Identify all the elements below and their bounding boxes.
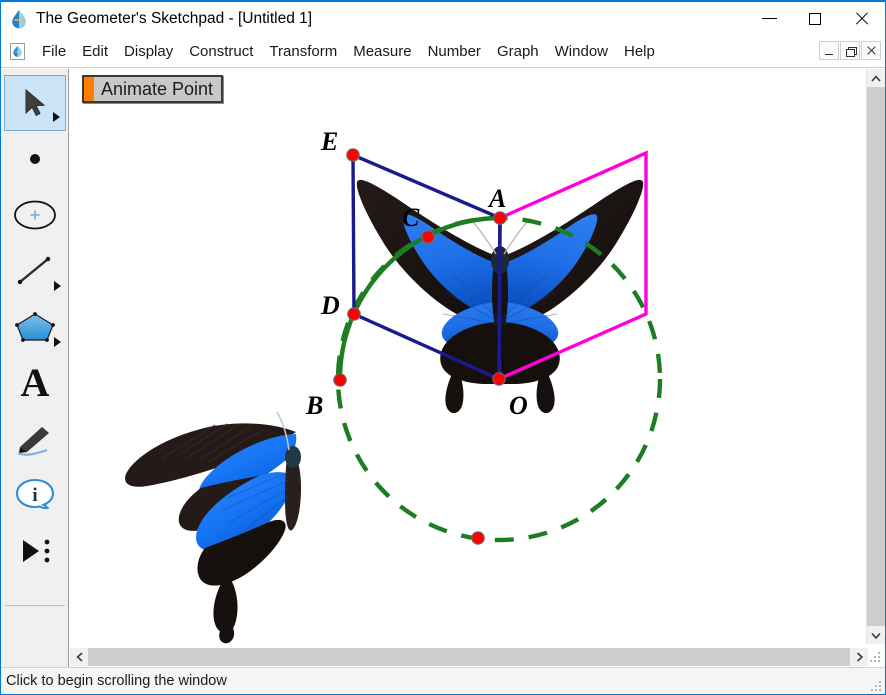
text-a-icon: A: [20, 360, 50, 405]
window-maximize-button[interactable]: [792, 3, 838, 34]
menu-item-construct[interactable]: Construct: [181, 40, 261, 63]
window-resize-grip[interactable]: [869, 650, 883, 664]
mdi-restore-button[interactable]: [840, 41, 860, 60]
point-A[interactable]: [493, 211, 507, 225]
chevron-down-icon: [871, 632, 881, 639]
vertical-scrollbar[interactable]: [866, 69, 885, 644]
point-C[interactable]: [421, 230, 435, 244]
play-menu-icon: [23, 539, 50, 563]
svg-text:i: i: [32, 485, 37, 506]
toolbox-item-information[interactable]: i: [4, 467, 66, 523]
scroll-right-button[interactable]: [850, 648, 868, 666]
status-resize-grip[interactable]: [870, 679, 882, 691]
circle-icon: [14, 200, 56, 230]
point-animated[interactable]: [471, 531, 485, 545]
scroll-up-button[interactable]: [867, 69, 885, 87]
toolbox-divider: [5, 605, 65, 606]
point-label-E[interactable]: E: [320, 127, 338, 156]
chevron-up-icon: [871, 74, 881, 82]
point-label-D[interactable]: D: [320, 291, 340, 320]
toolbox-item-custom[interactable]: [4, 523, 66, 579]
point-dot-icon: [30, 154, 40, 164]
toolbox: A i: [2, 69, 69, 677]
mdi-close-icon: [867, 46, 876, 55]
marker-pen-icon: [17, 427, 49, 456]
point-label-O[interactable]: O: [509, 391, 528, 420]
sketchpad-droplet-icon: [9, 9, 29, 29]
status-message: Click to begin scrolling the window: [6, 673, 227, 689]
point-B[interactable]: [333, 373, 347, 387]
scroll-left-button[interactable]: [70, 648, 88, 666]
toolbox-item-point[interactable]: [4, 131, 66, 187]
menu-item-edit[interactable]: Edit: [74, 40, 116, 63]
toolbox-item-compass[interactable]: [4, 187, 66, 243]
window-title: The Geometer's Sketchpad - [Untitled 1]: [36, 9, 313, 27]
toolbox-item-text[interactable]: A: [4, 355, 66, 411]
flyout-arrow-icon[interactable]: [53, 112, 60, 122]
point-O[interactable]: [492, 372, 506, 386]
point-label-A[interactable]: A: [487, 184, 506, 213]
menu-item-transform[interactable]: Transform: [261, 40, 345, 63]
maximize-icon: [809, 12, 821, 25]
menu-item-window[interactable]: Window: [547, 40, 616, 63]
animate-point-label: Animate Point: [101, 78, 214, 99]
mdi-close-button[interactable]: [861, 41, 881, 60]
document-icon[interactable]: [9, 42, 26, 60]
animate-accent-bar: [84, 77, 94, 101]
point-E[interactable]: [346, 148, 360, 162]
menu-item-measure[interactable]: Measure: [345, 40, 419, 63]
polygon-icon: [15, 312, 55, 342]
menu-item-file[interactable]: File: [34, 40, 74, 63]
butterfly-side-view-image: [125, 411, 301, 644]
menu-item-graph[interactable]: Graph: [489, 40, 547, 63]
point-D[interactable]: [347, 307, 361, 321]
vertical-scroll-thumb[interactable]: [867, 87, 885, 626]
animate-point-button[interactable]: Animate Point: [82, 75, 224, 103]
segment-line-icon: [17, 256, 51, 285]
window-close-button[interactable]: [838, 3, 884, 34]
toolbox-item-polygon[interactable]: [4, 299, 66, 355]
menu-item-number[interactable]: Number: [420, 40, 489, 63]
toolbox-item-arrow-select[interactable]: [4, 75, 66, 131]
menu-item-display[interactable]: Display: [116, 40, 181, 63]
close-icon: [854, 12, 868, 26]
chevron-right-icon: [856, 652, 863, 662]
title-bar: The Geometer's Sketchpad - [Untitled 1]: [1, 2, 885, 35]
mdi-minimize-icon: [825, 53, 833, 55]
mdi-restore-icon: [845, 46, 857, 57]
window-minimize-button[interactable]: [746, 3, 792, 34]
sketch-drawing: E A C D B O: [125, 127, 663, 644]
mdi-minimize-button[interactable]: [819, 41, 839, 60]
mdi-document-controls: [819, 41, 881, 60]
scroll-down-button[interactable]: [867, 626, 885, 644]
menu-bar: File Edit Display Construct Transform Me…: [1, 35, 885, 68]
menu-item-help[interactable]: Help: [616, 40, 663, 63]
flyout-arrow-icon[interactable]: [54, 281, 61, 291]
arrow-cursor-icon: [25, 88, 46, 117]
chevron-left-icon: [75, 652, 83, 662]
horizontal-scrollbar[interactable]: [70, 648, 868, 666]
flyout-arrow-icon[interactable]: [54, 337, 61, 347]
sketch-canvas[interactable]: E A C D B O: [70, 69, 868, 644]
info-balloon-icon: i: [15, 478, 55, 510]
point-label-B[interactable]: B: [305, 391, 323, 420]
status-bar: Click to begin scrolling the window: [1, 667, 885, 694]
blue-segment-ao[interactable]: [497, 217, 502, 380]
window-controls: [746, 3, 884, 34]
horizontal-scroll-thumb[interactable]: [88, 648, 850, 666]
toolbox-item-straightedge[interactable]: [4, 243, 66, 299]
point-label-C[interactable]: C: [402, 203, 420, 232]
sketchpad-window: The Geometer's Sketchpad - [Untitled 1] …: [0, 0, 886, 695]
minimize-icon: [761, 18, 777, 19]
toolbox-item-marker[interactable]: [4, 411, 66, 467]
